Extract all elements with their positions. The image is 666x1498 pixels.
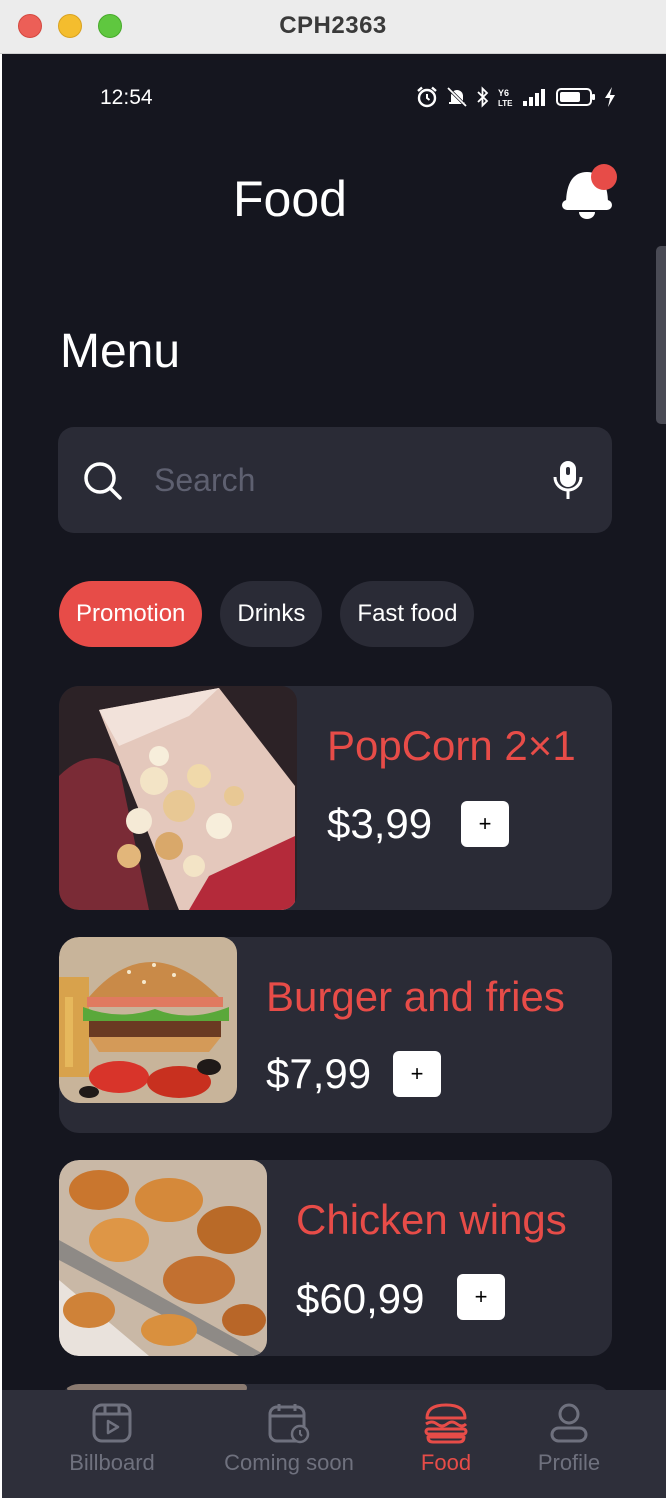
user-icon bbox=[550, 1403, 588, 1443]
search-bar[interactable] bbox=[58, 427, 612, 533]
search-input[interactable] bbox=[154, 455, 534, 505]
phone-screen: 12:54 Y6 LTE Food Menu Search Promotion … bbox=[2, 54, 666, 1498]
item-price: $3,99 bbox=[327, 800, 433, 847]
calendar-clock-icon bbox=[268, 1404, 310, 1444]
bell-muted-icon bbox=[446, 86, 468, 108]
popcorn-image bbox=[59, 686, 297, 910]
bottom-nav: Billboard Coming soon Food Profile bbox=[2, 1390, 666, 1498]
svg-text:LTE: LTE bbox=[498, 99, 513, 108]
menu-title: Menu bbox=[60, 325, 181, 378]
chip-fast-food[interactable]: Fast food bbox=[340, 581, 475, 647]
nav-coming-soon[interactable]: Coming soon bbox=[216, 1390, 362, 1498]
status-icons: Y6 LTE bbox=[416, 86, 616, 108]
window-title: CPH2363 bbox=[279, 12, 387, 39]
food-card-burger[interactable]: Burger and fries $7,99 + bbox=[59, 937, 612, 1133]
chip-drinks[interactable]: Drinks bbox=[220, 581, 323, 647]
item-name: Chicken wings bbox=[296, 1196, 567, 1243]
item-name: PopCorn 2×1 bbox=[327, 722, 576, 769]
battery-icon bbox=[556, 88, 595, 106]
status-time: 12:54 bbox=[100, 86, 153, 109]
nav-profile[interactable]: Profile bbox=[524, 1390, 614, 1498]
item-name: Burger and fries bbox=[266, 973, 565, 1020]
nav-label: Profile bbox=[537, 1450, 601, 1475]
window-titlebar: CPH2363 bbox=[0, 0, 666, 54]
nav-billboard[interactable]: Billboard bbox=[60, 1390, 164, 1498]
page-title: Food bbox=[233, 171, 347, 227]
microphone-icon[interactable] bbox=[552, 459, 584, 501]
item-price: $7,99 bbox=[266, 1050, 372, 1097]
category-chips: Promotion Drinks Fast food bbox=[59, 581, 475, 647]
nav-label: Food bbox=[420, 1450, 472, 1475]
item-price: $60,99 bbox=[296, 1275, 425, 1322]
scrollbar-thumb[interactable] bbox=[656, 246, 666, 424]
notification-badge bbox=[591, 164, 617, 190]
svg-text:Y6: Y6 bbox=[498, 88, 509, 98]
add-to-cart-button[interactable]: + bbox=[457, 1274, 505, 1320]
bluetooth-icon bbox=[477, 86, 489, 108]
chip-promotion[interactable]: Promotion bbox=[59, 581, 203, 647]
search-icon bbox=[84, 462, 122, 500]
chicken-image bbox=[59, 1160, 267, 1356]
food-card-chicken-wings[interactable]: Chicken wings $60,99 + bbox=[59, 1160, 612, 1356]
burger-icon bbox=[424, 1403, 468, 1444]
burger-image bbox=[59, 937, 237, 1103]
charging-icon bbox=[605, 87, 615, 107]
signal-icon bbox=[523, 89, 545, 106]
billboard-icon bbox=[92, 1403, 132, 1443]
nav-food[interactable]: Food bbox=[406, 1390, 486, 1498]
nav-label: Coming soon bbox=[224, 1450, 354, 1475]
alarm-icon bbox=[417, 86, 437, 108]
volte-icon: Y6 LTE bbox=[498, 88, 513, 108]
add-to-cart-button[interactable]: + bbox=[461, 801, 509, 847]
add-to-cart-button[interactable]: + bbox=[393, 1051, 441, 1097]
nav-label: Billboard bbox=[69, 1450, 155, 1475]
food-card-popcorn[interactable]: PopCorn 2×1 $3,99 + bbox=[59, 686, 612, 910]
